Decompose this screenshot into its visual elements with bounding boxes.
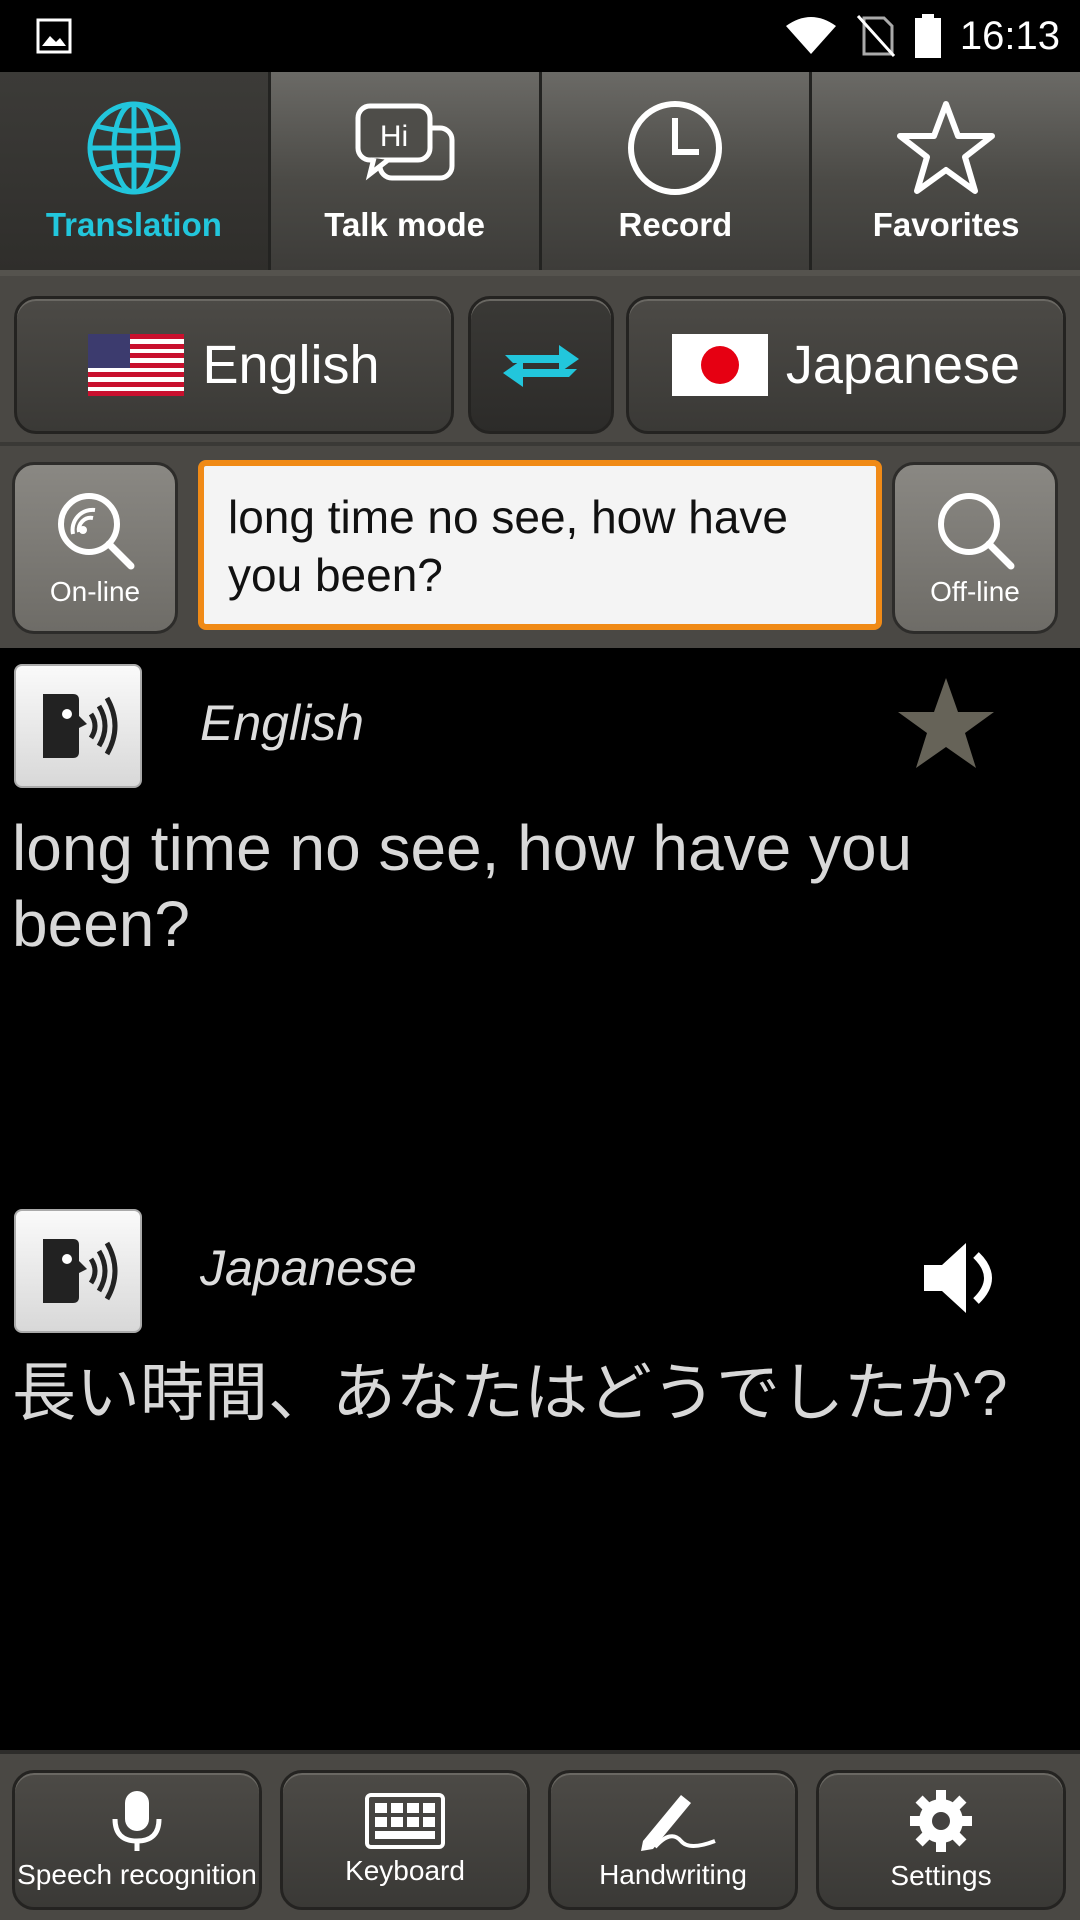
translation-input[interactable]: long time no see, how have you been?	[198, 460, 882, 630]
speak-target-button[interactable]	[14, 1209, 142, 1333]
speech-recognition-button[interactable]: Speech recognition	[12, 1770, 262, 1910]
globe-icon	[87, 101, 181, 195]
image-icon	[36, 18, 72, 54]
target-result-language: Japanese	[200, 1240, 417, 1296]
tab-favorites[interactable]: Favorites	[812, 72, 1080, 270]
star-icon	[897, 101, 996, 194]
clock-time: 16:13	[959, 13, 1060, 58]
pen-icon	[641, 1795, 716, 1851]
svg-text:Hi: Hi	[379, 120, 407, 153]
online-search-button[interactable]: On-line	[12, 462, 178, 634]
speech-bubbles-icon: Hi	[355, 103, 455, 181]
speak-source-button[interactable]	[14, 664, 142, 788]
app-root: 16:13 Translation Hi Talk mode Record Fa…	[0, 0, 1080, 1920]
input-bar: On-line long time no see, how have you b…	[0, 442, 1080, 648]
online-search-icon	[58, 493, 135, 570]
target-language-button[interactable]: Japanese	[626, 296, 1066, 434]
status-bar: 16:13	[0, 0, 1080, 72]
offline-label: Off-line	[930, 576, 1020, 607]
keyboard-label: Keyboard	[345, 1855, 465, 1886]
offline-search-button[interactable]: Off-line	[892, 462, 1058, 634]
top-tabs: Translation Hi Talk mode Record Favorite…	[0, 72, 1080, 270]
handwriting-button[interactable]: Handwriting	[548, 1770, 798, 1910]
battery-icon	[914, 14, 941, 58]
target-result-text: 長い時間、あなたはどうでしたか?	[12, 1357, 1008, 1429]
no-sim-icon	[856, 14, 896, 58]
source-language-button[interactable]: English	[14, 296, 454, 434]
tab-label: Talk mode	[324, 206, 485, 243]
tab-label: Record	[618, 206, 733, 243]
source-language-label: English	[202, 335, 380, 395]
speech-recognition-label: Speech recognition	[17, 1859, 257, 1890]
speaking-head-icon	[43, 694, 118, 758]
microphone-icon	[112, 1791, 162, 1851]
source-result-language: English	[200, 695, 364, 751]
settings-button[interactable]: Settings	[816, 1770, 1066, 1910]
tab-label: Favorites	[872, 206, 1020, 243]
settings-label: Settings	[890, 1860, 992, 1891]
tab-talk-mode[interactable]: Hi Talk mode	[270, 72, 542, 270]
clock-icon	[628, 101, 723, 195]
gear-icon	[910, 1790, 972, 1852]
source-result-text: long time no see, how have you been?	[12, 812, 913, 960]
volume-icon[interactable]	[920, 1235, 1006, 1321]
swap-languages-button[interactable]	[468, 296, 614, 434]
tab-record[interactable]: Record	[541, 72, 813, 270]
swap-arrows-icon	[503, 345, 579, 387]
japan-flag-icon	[671, 334, 768, 396]
tab-label: Translation	[45, 206, 222, 243]
keyboard-button[interactable]: Keyboard	[280, 1770, 530, 1910]
tab-translation[interactable]: Translation	[0, 72, 271, 270]
search-icon	[938, 493, 1015, 570]
favorite-star-icon[interactable]	[896, 674, 996, 774]
bottom-bar: Speech recognition Keyboard Handwriting	[0, 1750, 1080, 1920]
keyboard-icon	[365, 1793, 445, 1849]
online-label: On-line	[49, 576, 141, 607]
speaking-head-icon	[43, 1239, 118, 1303]
language-bar: English Japanese	[0, 270, 1080, 442]
target-language-label: Japanese	[785, 335, 1021, 395]
handwriting-label: Handwriting	[599, 1859, 747, 1890]
us-flag-icon	[88, 334, 185, 396]
wifi-icon	[785, 17, 836, 54]
